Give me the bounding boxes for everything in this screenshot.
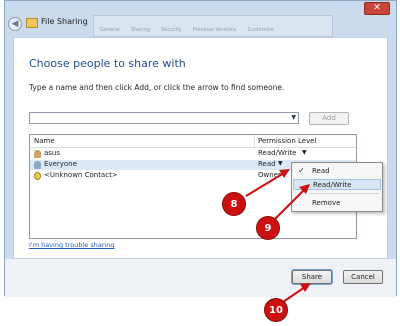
annotation-arrows — [245, 169, 311, 303]
arrow-head-step-8 — [279, 169, 290, 178]
arrow-head-step-10 — [300, 283, 311, 292]
step-10-badge: 10 — [264, 298, 288, 322]
arrow-step-10 — [282, 286, 306, 303]
step-8-badge: 8 — [222, 192, 246, 216]
step-9-badge: 9 — [256, 216, 280, 240]
arrow-step-8 — [245, 172, 285, 197]
arrow-step-9 — [272, 188, 306, 222]
